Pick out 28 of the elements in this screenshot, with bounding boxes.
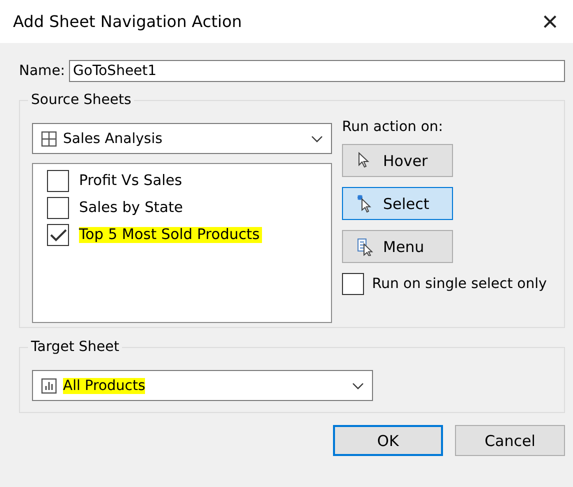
dashboard-dropdown[interactable]: Sales Analysis xyxy=(32,123,332,154)
close-button[interactable]: × xyxy=(527,0,573,43)
cancel-button[interactable]: Cancel xyxy=(455,425,565,456)
cursor-click-icon xyxy=(357,194,373,212)
check-icon xyxy=(49,228,67,242)
name-label: Name: xyxy=(19,63,66,79)
name-field[interactable]: GoToSheet1 xyxy=(69,60,565,82)
checkbox[interactable] xyxy=(342,273,364,295)
sheet-label[interactable]: Top 5 Most Sold Products xyxy=(79,226,262,242)
checkbox[interactable] xyxy=(47,170,69,192)
window-title: Add Sheet Navigation Action xyxy=(13,12,242,31)
grid-icon xyxy=(41,130,57,146)
bar-chart-icon xyxy=(41,378,57,394)
run-action-label: Run action on: xyxy=(342,119,444,135)
run-option-button[interactable]: Menu xyxy=(342,230,453,263)
sheet-label[interactable]: Profit Vs Sales xyxy=(79,172,184,188)
ok-button[interactable]: OK xyxy=(333,425,443,456)
group-title: Target Sheet xyxy=(28,338,122,356)
sheet-label[interactable]: Sales by State xyxy=(79,200,185,216)
cursor-menu-icon xyxy=(357,238,373,256)
target-dropdown[interactable]: All Products xyxy=(32,370,373,401)
checkbox[interactable] xyxy=(47,196,69,218)
run-option-button[interactable]: Hover xyxy=(342,144,453,177)
chevron-down-icon xyxy=(311,134,323,142)
run-option-button[interactable]: Select xyxy=(342,187,453,220)
checkbox-label[interactable]: Run on single select only xyxy=(372,276,547,292)
checkbox[interactable] xyxy=(47,224,69,246)
chevron-down-icon xyxy=(352,382,364,390)
